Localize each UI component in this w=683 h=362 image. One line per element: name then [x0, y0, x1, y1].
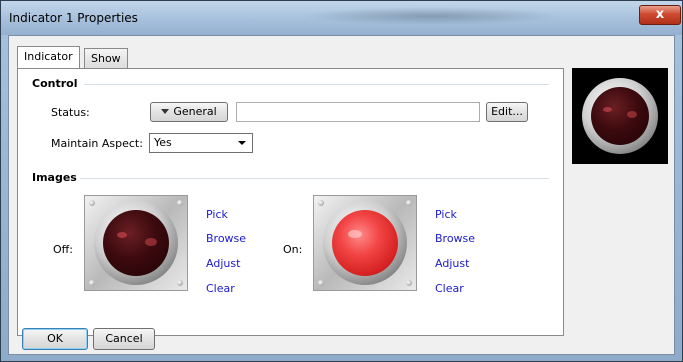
off-pick-link[interactable]: Pick — [206, 208, 228, 221]
images-group-label: Images — [32, 171, 77, 184]
tab-indicator[interactable]: Indicator — [17, 46, 80, 68]
properties-window: Indicator 1 Properties x Indicator Show … — [0, 0, 683, 362]
close-icon: x — [655, 7, 665, 22]
ok-button-label: OK — [47, 332, 63, 345]
preview-lamp-off-icon — [591, 87, 649, 145]
status-general-label: General — [173, 105, 217, 118]
tab-panel: Control Status: General Edit... Maintain… — [17, 68, 564, 336]
screw-icon — [89, 200, 95, 206]
maintain-aspect-label: Maintain Aspect: — [51, 137, 143, 150]
edit-button[interactable]: Edit... — [486, 102, 528, 122]
close-button[interactable]: x — [639, 5, 681, 25]
cancel-button-label: Cancel — [105, 332, 143, 345]
screw-icon — [406, 200, 412, 206]
indicator-preview — [572, 68, 668, 164]
on-pick-link[interactable]: Pick — [435, 208, 457, 221]
screw-icon — [406, 280, 412, 286]
off-clear-link[interactable]: Clear — [206, 282, 235, 295]
ok-button[interactable]: OK — [22, 328, 88, 350]
lamp-bezel — [94, 201, 178, 285]
lamp-bezel — [323, 201, 407, 285]
glint — [603, 107, 612, 112]
tab-show[interactable]: Show — [84, 48, 128, 68]
on-label: On: — [283, 243, 303, 256]
on-image[interactable] — [313, 195, 417, 291]
status-general-button[interactable]: General — [150, 102, 228, 122]
control-group-label: Control — [32, 77, 78, 90]
glint — [145, 238, 157, 246]
on-clear-link[interactable]: Clear — [435, 282, 464, 295]
maintain-aspect-select[interactable]: Yes — [149, 133, 253, 153]
status-label: Status: — [51, 106, 90, 119]
tab-indicator-label: Indicator — [24, 50, 73, 63]
images-divider — [80, 178, 549, 179]
preview-bezel — [582, 78, 658, 154]
off-image[interactable] — [84, 195, 188, 291]
window-title: Indicator 1 Properties — [9, 11, 138, 25]
screw-icon — [318, 200, 324, 206]
lamp-on-icon — [332, 210, 398, 276]
off-browse-link[interactable]: Browse — [206, 232, 246, 245]
screw-icon — [177, 200, 183, 206]
chevron-down-icon — [161, 109, 170, 114]
on-browse-link[interactable]: Browse — [435, 232, 475, 245]
glint — [117, 232, 127, 238]
screw-icon — [89, 280, 95, 286]
control-divider — [84, 84, 549, 85]
title-bar[interactable]: Indicator 1 Properties x — [1, 1, 682, 35]
screw-icon — [177, 280, 183, 286]
off-label: Off: — [53, 243, 73, 256]
maintain-aspect-value: Yes — [154, 136, 172, 149]
status-input[interactable] — [236, 102, 480, 122]
lamp-off-icon — [103, 210, 169, 276]
tab-show-label: Show — [91, 52, 121, 65]
off-adjust-link[interactable]: Adjust — [206, 257, 240, 270]
cancel-button[interactable]: Cancel — [93, 328, 155, 350]
glint — [627, 111, 637, 118]
on-adjust-link[interactable]: Adjust — [435, 257, 469, 270]
dropdown-arrow-icon — [238, 141, 246, 145]
dialog-client: Indicator Show Control Status: General E… — [8, 35, 675, 355]
title-bar-glow — [301, 7, 561, 25]
glint — [348, 230, 362, 238]
edit-button-label: Edit... — [491, 105, 523, 118]
screw-icon — [318, 280, 324, 286]
